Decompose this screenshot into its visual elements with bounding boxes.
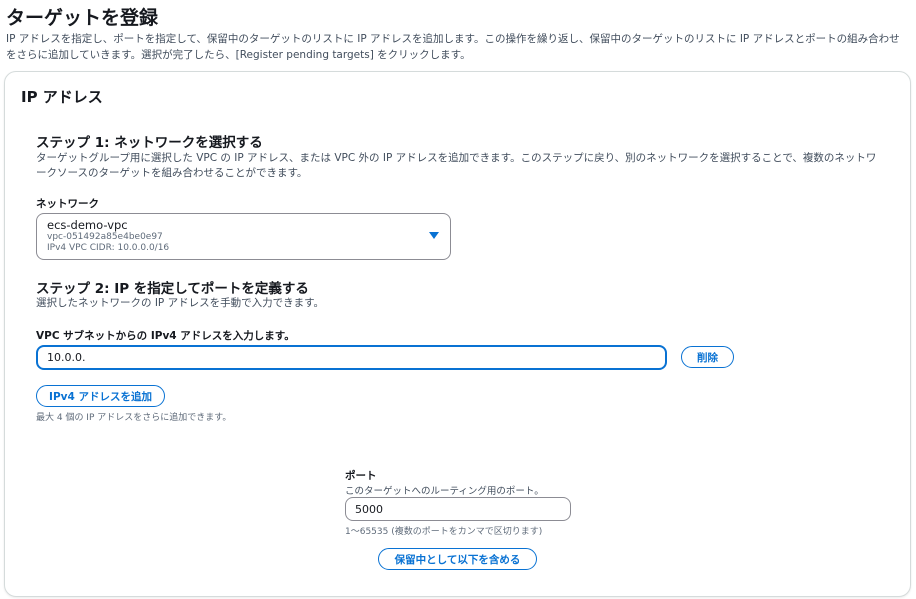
step1-description: ターゲットグループ用に選択した VPC の IP アドレス、または VPC 外の… xyxy=(36,152,877,179)
page-title: ターゲットを登録 xyxy=(6,7,159,29)
page-description: IP アドレスを指定し、ポートを指定して、保留中のターゲットのリストに IP ア… xyxy=(6,33,900,61)
step2-title: ステップ 2: IP を指定してポートを定義する xyxy=(36,281,309,297)
port-label: ポート xyxy=(345,470,377,482)
step1-title: ステップ 1: ネットワークを選択する xyxy=(36,135,263,151)
network-label: ネットワーク xyxy=(36,198,99,210)
network-select[interactable]: ecs-demo-vpc vpc-051492a85e4be0e97 IPv4 … xyxy=(36,213,451,260)
panel-title: IP アドレス xyxy=(21,88,103,106)
port-hint: 1〜65535 (複数のポートをカンマで区切ります) xyxy=(345,527,543,537)
port-input[interactable] xyxy=(345,497,571,521)
port-description: このターゲットへのルーティング用のポート。 xyxy=(345,486,544,497)
register-targets-page: ターゲットを登録 IP アドレスを指定し、ポートを指定して、保留中のターゲットの… xyxy=(0,0,916,599)
remove-ip-button[interactable]: 削除 xyxy=(681,346,734,368)
step2-description: 選択したネットワークの IP アドレスを手動で入力できます。 xyxy=(36,297,325,309)
add-ip-hint: 最大 4 個の IP アドレスをさらに追加できます。 xyxy=(36,413,232,423)
caret-down-icon xyxy=(429,232,439,239)
network-id: vpc-051492a85e4be0e97 xyxy=(47,232,163,242)
ip-label: VPC サブネットからの IPv4 アドレスを入力します。 xyxy=(36,330,295,342)
network-cidr: IPv4 VPC CIDR: 10.0.0.0/16 xyxy=(47,243,170,253)
add-ipv4-address-button[interactable]: IPv4 アドレスを追加 xyxy=(36,385,165,407)
ipv4-address-input[interactable] xyxy=(36,345,667,370)
network-name: ecs-demo-vpc xyxy=(47,218,128,232)
include-as-pending-button[interactable]: 保留中として以下を含める xyxy=(378,548,537,570)
ip-address-panel: IP アドレス ステップ 1: ネットワークを選択する ターゲットグループ用に選… xyxy=(4,71,911,597)
